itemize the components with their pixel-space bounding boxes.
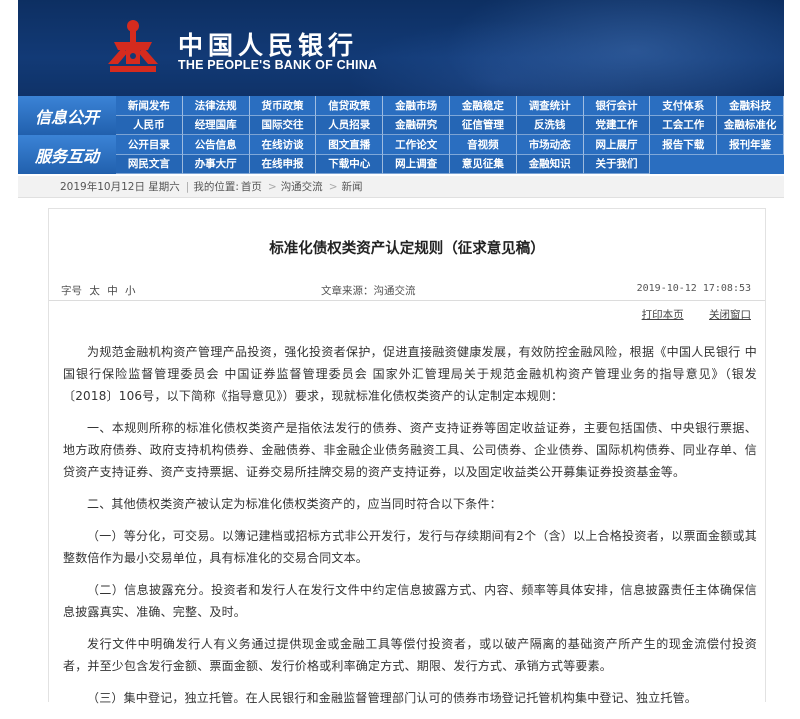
close-window-link[interactable]: 关闭窗口 [709, 309, 751, 321]
breadcrumb-home[interactable]: 首页 [241, 179, 262, 194]
location-label: 我的位置: [193, 181, 239, 193]
article-title: 标准化债权类资产认定规则（征求意见稿） [269, 241, 545, 257]
article-paragraph: 发行文件中明确发行人有义务通过提供现金或金融工具等偿付投资者，或以破产隔离的基础… [63, 637, 757, 673]
nav-item[interactable]: 反洗钱 [516, 115, 584, 135]
site-name-cn: 中国人民银行 [178, 31, 359, 60]
pboc-logo-icon[interactable] [104, 18, 162, 76]
nav-item[interactable]: 征信管理 [450, 115, 517, 135]
nav-item[interactable]: 办事大厅 [182, 154, 250, 174]
breadcrumb-separator: > [328, 180, 338, 193]
nav-item[interactable]: 工会工作 [650, 115, 718, 135]
nav-item[interactable]: 银行会计 [583, 96, 651, 116]
article-paragraph: （一）等分化，可交易。以簿记建档或招标方式非公开发行，发行与存续期间有2个（含）… [63, 529, 757, 565]
breadcrumb-separator: > [267, 180, 277, 193]
nav-item[interactable]: 报刊年鉴 [717, 135, 784, 155]
nav-item[interactable]: 货币政策 [249, 96, 317, 116]
nav-item[interactable]: 金融标准化 [717, 115, 784, 135]
breadcrumb: 2019年10月12日 星期六 | 我的位置: 首页 > 沟通交流 > 新闻 [18, 176, 784, 198]
nav-item[interactable]: 经理国库 [182, 115, 250, 135]
article-paragraph: （二）信息披露充分。投资者和发行人在发行文件中约定信息披露方式、内容、频率等具体… [63, 583, 757, 619]
nav-item[interactable]: 意见征集 [450, 154, 517, 174]
nav-item[interactable]: 新闻发布 [116, 96, 183, 116]
breadcrumb-news[interactable]: 新闻 [342, 179, 363, 194]
article-paragraph: 为规范金融机构资产管理产品投资，强化投资者保护，促进直接融资健康发展，有效防控金… [63, 345, 757, 403]
nav-item[interactable]: 信贷政策 [316, 96, 384, 116]
nav-item[interactable]: 报告下载 [650, 135, 718, 155]
article-paragraph: 二、其他债权类资产被认定为标准化债权类资产的，应当同时符合以下条件： [87, 497, 502, 511]
font-size-medium[interactable]: 中 [107, 285, 118, 297]
breadcrumb-comm[interactable]: 沟通交流 [281, 179, 323, 194]
nav-item[interactable]: 金融科技 [717, 96, 784, 116]
article-datetime: 2019-10-12 17:08:53 [636, 283, 751, 294]
nav-grid: 新闻发布 法律法规 货币政策 信贷政策 金融市场 金融稳定 调查统计 银行会计 支付体系 金融科技… [116, 96, 784, 174]
nav-item[interactable]: 下载中心 [316, 154, 384, 174]
article-paragraph: 一、本规则所称的标准化债权类资产是指依法发行的债券、资产支持证券等固定收益证券，… [63, 421, 757, 479]
nav-item[interactable]: 图文直播 [316, 135, 384, 155]
nav-item[interactable]: 金融稳定 [450, 96, 517, 116]
nav-category-service[interactable]: 服务互动 [18, 135, 116, 174]
nav-item[interactable]: 关于我们 [583, 154, 651, 174]
nav-item[interactable]: 在线访谈 [249, 135, 317, 155]
font-size-large[interactable]: 太 [89, 285, 100, 297]
nav-item[interactable]: 网上展厅 [583, 135, 651, 155]
nav-item[interactable]: 工作论文 [383, 135, 450, 155]
print-page-link[interactable]: 打印本页 [642, 309, 684, 321]
nav-item[interactable]: 公告信息 [182, 135, 250, 155]
main-nav: 信息公开 服务互动 新闻发布 法律法规 货币政策 信贷政策 金融市场 金融稳定 调查统计 银行… [18, 96, 784, 174]
nav-item[interactable]: 音视频 [450, 135, 517, 155]
article-paragraph: （三）集中登记，独立托管。在人民银行和金融监督管理部门认可的债券市场登记托管机构… [87, 691, 698, 705]
font-size-small[interactable]: 小 [125, 285, 136, 297]
nav-item[interactable]: 金融知识 [516, 154, 584, 174]
nav-item[interactable]: 人员招录 [316, 115, 384, 135]
nav-item[interactable]: 调查统计 [516, 96, 584, 116]
nav-category-info[interactable]: 信息公开 [18, 96, 116, 135]
site-banner: 中国人民银行 THE PEOPLE'S BANK OF CHINA [18, 0, 784, 96]
nav-item[interactable]: 支付体系 [650, 96, 718, 116]
article-body: 为规范金融机构资产管理产品投资，强化投资者保护，促进直接融资健康发展，有效防控金… [63, 341, 757, 719]
nav-item[interactable]: 公开目录 [116, 135, 183, 155]
banner-glow-secondary [348, 20, 648, 96]
site-name-en: THE PEOPLE'S BANK OF CHINA [178, 58, 378, 72]
nav-item[interactable]: 网上调查 [383, 154, 450, 174]
nav-item[interactable]: 人民币 [116, 115, 183, 135]
nav-item[interactable]: 法律法规 [182, 96, 250, 116]
nav-item[interactable]: 金融研究 [383, 115, 450, 135]
font-size-label: 字号 [61, 285, 82, 297]
font-size-switcher: 字号 太 中 小 [61, 283, 136, 298]
nav-item[interactable]: 在线申报 [249, 154, 317, 174]
current-date: 2019年10月12日 星期六 [60, 181, 180, 193]
nav-item[interactable]: 金融市场 [383, 96, 450, 116]
divider: | [185, 180, 190, 193]
article-card: 标准化债权类资产认定规则（征求意见稿） 字号 太 中 小 文章来源：沟通交流 2… [48, 208, 766, 705]
nav-item[interactable]: 网民文言 [116, 154, 183, 174]
article-actions: 打印本页 关闭窗口 [620, 307, 751, 322]
nav-item[interactable]: 市场动态 [516, 135, 584, 155]
article-source: 文章来源：沟通交流 [321, 285, 416, 297]
article-meta: 字号 太 中 小 文章来源：沟通交流 2019-10-12 17:08:53 [49, 281, 765, 301]
nav-item[interactable]: 国际交往 [249, 115, 317, 135]
nav-item[interactable]: 党建工作 [583, 115, 651, 135]
